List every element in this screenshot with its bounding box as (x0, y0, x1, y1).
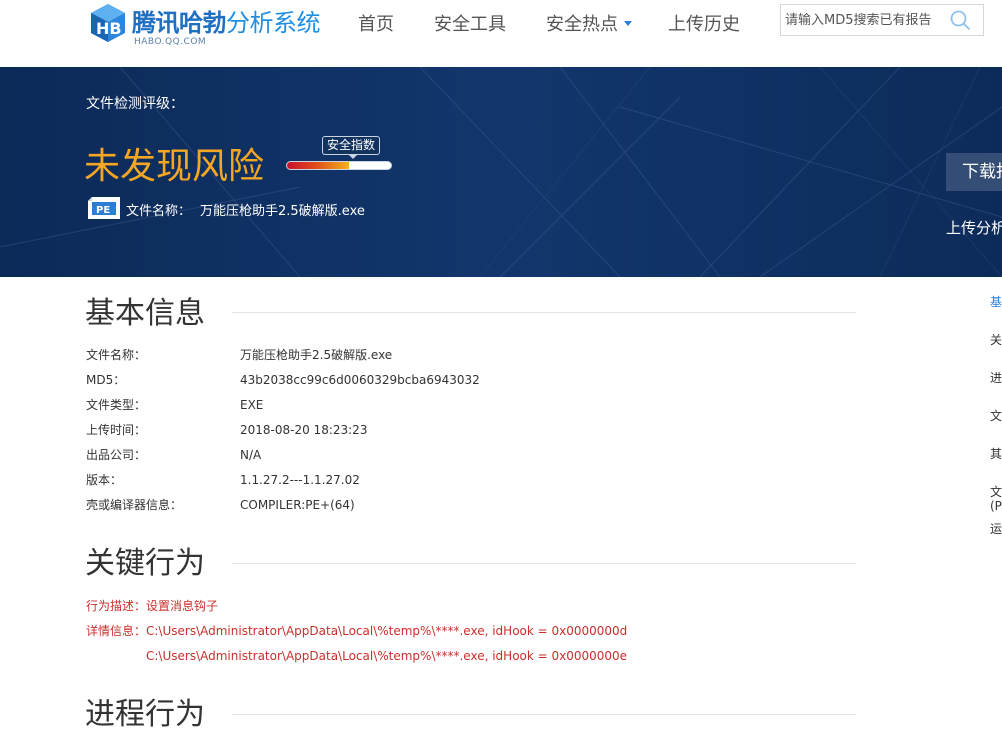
file-name-value: 万能压枪助手2.5破解版.exe (200, 204, 365, 219)
behavior-detail-line: C:\Users\Administrator\AppData\Local\%te… (146, 624, 628, 638)
info-label-version: 版本： (86, 473, 123, 487)
key-behavior-divider (232, 563, 856, 564)
file-name-label: 文件名称： (126, 204, 192, 219)
logo-brand-text: 腾讯哈勃 (132, 9, 227, 37)
logo-title: 腾讯哈勃分析系统 (132, 8, 321, 38)
nav-security-hotspots-label: 安全热点 (546, 14, 618, 35)
basic-info-title: 基本信息 (85, 296, 205, 331)
info-value-md5: 43b2038cc99c6d0060329bcba6943032 (240, 373, 480, 387)
nav-upload-history-label: 上传历史 (668, 14, 740, 35)
safety-index-bar (286, 161, 392, 170)
key-behavior-title: 关键行为 (85, 546, 205, 581)
md5-search-input[interactable] (781, 5, 951, 35)
verdict-text: 未发现风险 (84, 146, 265, 187)
info-value-compiler: COMPILER:PE+(64) (240, 498, 355, 512)
rating-label: 文件检测评级： (86, 96, 184, 112)
behavior-detail-line: C:\Users\Administrator\AppData\Local\%te… (146, 649, 628, 663)
side-nav-item-file-pe[interactable]: 文 (990, 485, 1002, 499)
nav-security-hotspots[interactable]: 安全热点 (546, 12, 632, 38)
info-value-filename: 万能压枪助手2.5破解版.exe (240, 348, 393, 362)
svg-text:PE: PE (96, 205, 110, 216)
chevron-down-icon (624, 20, 632, 26)
side-nav-item-basic[interactable]: 基 (990, 295, 1002, 309)
safety-index-fill (287, 162, 350, 169)
process-behavior-divider (232, 714, 856, 715)
side-nav-item-run[interactable]: 运 (990, 522, 1002, 536)
info-value-upload-time: 2018-08-20 18:23:23 (240, 423, 368, 437)
nav-home-label: 首页 (358, 14, 394, 35)
svg-text:HB: HB (96, 19, 122, 38)
info-value-company: N/A (240, 448, 262, 462)
logo-system-text: 分析系统 (226, 9, 321, 37)
basic-info-divider (232, 312, 856, 313)
logo-domain-text: HABO.QQ.COM (134, 37, 207, 47)
upload-analysis-link[interactable]: 上传分析 (946, 217, 1002, 238)
result-banner: 文件检测评级： 未发现风险 安全指数 PE 文件名称： 万能压枪助手2.5破解版… (0, 67, 1002, 277)
process-behavior-title: 进程行为 (85, 697, 205, 732)
habo-logo-icon: HB (91, 4, 125, 42)
top-header: HB 腾讯哈勃分析系统 HABO.QQ.COM 首页 安全工具 安全热点 上传历… (0, 0, 1002, 67)
info-value-filetype: EXE (240, 398, 264, 412)
info-label-md5: MD5： (86, 373, 126, 387)
behavior-desc-value: 设置消息钩子 (146, 599, 219, 613)
info-label-filetype: 文件类型： (86, 398, 147, 412)
behavior-detail-label: 详情信息： (86, 624, 147, 638)
side-nav-item-file-pe-suffix: (P (990, 499, 1002, 513)
nav-upload-history[interactable]: 上传历史 (668, 12, 740, 38)
behavior-desc-label: 行为描述： (86, 599, 147, 613)
info-label-filename: 文件名称： (86, 348, 147, 362)
side-nav-item-key[interactable]: 关 (990, 333, 1002, 347)
side-nav-item-process[interactable]: 进 (990, 371, 1002, 385)
search-icon[interactable] (949, 9, 971, 31)
info-value-version: 1.1.27.2---1.1.27.02 (240, 473, 360, 487)
nav-security-tools-label: 安全工具 (434, 14, 506, 35)
side-nav-item-file[interactable]: 文 (990, 409, 1002, 423)
info-label-compiler: 壳或编译器信息： (86, 498, 183, 512)
search-box (780, 4, 984, 36)
download-report-button[interactable]: 下载报 (946, 153, 1002, 191)
info-label-company: 出品公司： (86, 448, 147, 462)
download-report-label: 下载报 (962, 162, 1002, 182)
nav-home[interactable]: 首页 (358, 12, 394, 38)
side-nav-item-other[interactable]: 其 (990, 447, 1002, 461)
safety-index-tag: 安全指数 (322, 136, 381, 159)
pe-file-icon: PE (88, 197, 120, 219)
info-label-upload-time: 上传时间： (86, 423, 147, 437)
nav-security-tools[interactable]: 安全工具 (434, 12, 506, 38)
